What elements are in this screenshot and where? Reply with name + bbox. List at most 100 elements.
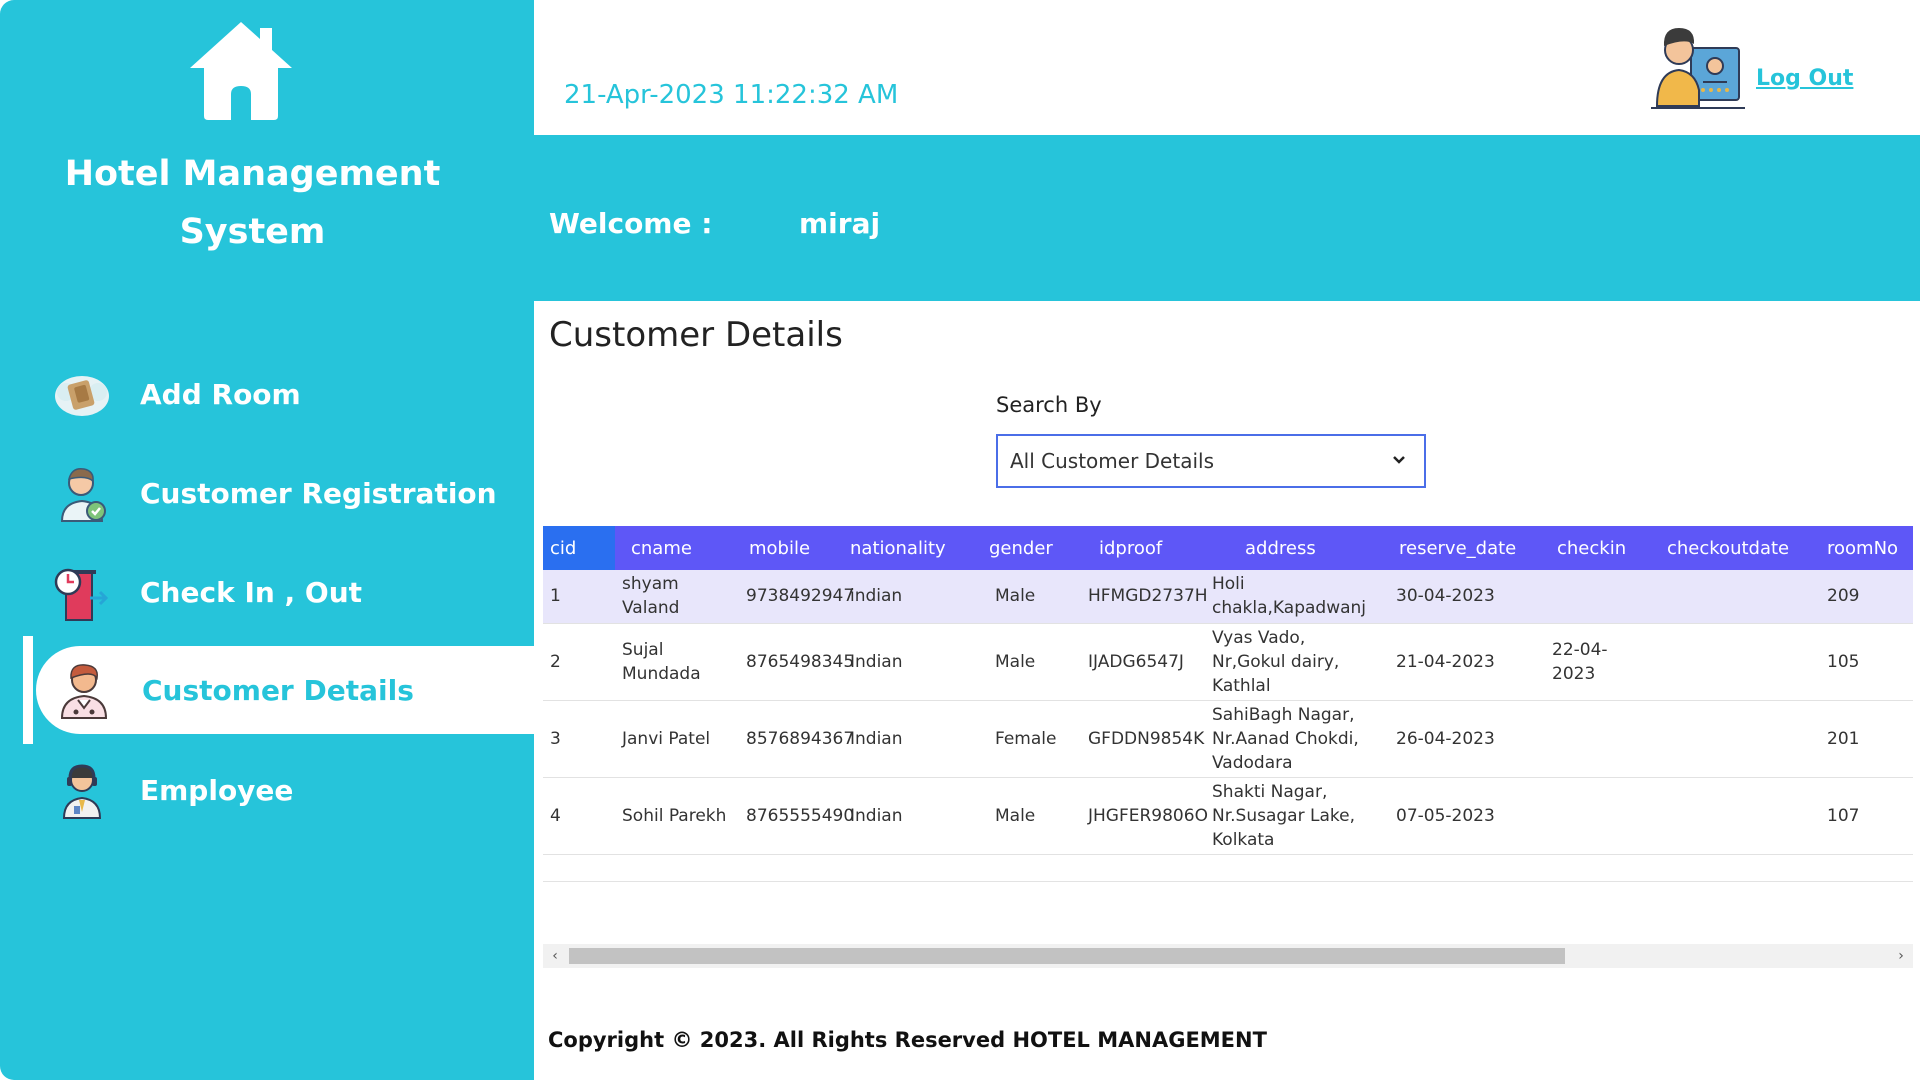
sidebar: Hotel Management System Add Room Custome…	[0, 0, 534, 1080]
cell-checkin	[1545, 700, 1657, 778]
cell-roomno: 209	[1813, 570, 1913, 624]
cell-gender: Male	[975, 570, 1081, 624]
scroll-left-icon[interactable]: ‹	[547, 948, 563, 964]
cell-address: SahiBagh Nagar, Nr.Aanad Chokdi, Vadodar…	[1205, 700, 1389, 778]
footer-copyright: Copyright © 2023. All Rights Reserved HO…	[548, 1028, 1267, 1052]
cell-cid: 1	[543, 570, 615, 624]
cell-checkoutdate	[1657, 700, 1813, 778]
cell-roomno: 107	[1813, 777, 1913, 855]
sidebar-item-check-in-out[interactable]: Check In , Out	[34, 547, 534, 637]
table-row[interactable]: 3 Janvi Patel 8576894367 Indian Female G…	[543, 700, 1913, 778]
cell-address: Shakti Nagar, Nr.Susagar Lake, Kolkata	[1205, 777, 1389, 855]
sidebar-item-customer-details[interactable]: Customer Details	[23, 636, 534, 744]
cell-idproof: IJADG6547J	[1081, 623, 1205, 701]
column-header[interactable]: cid	[543, 526, 615, 570]
sidebar-item-label: Add Room	[140, 377, 301, 411]
search-by-select[interactable]: All Customer Details	[996, 434, 1426, 488]
app-window: Hotel Management System Add Room Custome…	[0, 0, 1920, 1080]
cell-address: Vyas Vado, Nr,Gokul dairy, Kathlal	[1205, 623, 1389, 701]
cell-mobile: 8765498345	[739, 623, 854, 701]
horizontal-scrollbar[interactable]: ‹ ›	[543, 944, 1913, 968]
cell-mobile: 8576894367	[739, 700, 854, 778]
cell-gender: Female	[975, 700, 1081, 778]
column-header[interactable]: roomNo	[1813, 526, 1913, 570]
cell-cname: shyam Valand	[615, 570, 739, 624]
cell-cname: Sohil Parekh	[615, 777, 739, 855]
sidebar-item-employee[interactable]: Employee	[34, 745, 534, 835]
cell-checkoutdate	[1657, 570, 1813, 624]
welcome-banner: Welcome : miraj	[534, 135, 1920, 301]
column-header[interactable]: address	[1205, 526, 1389, 570]
app-title: Hotel Management System	[64, 154, 441, 252]
scrollbar-thumb[interactable]	[569, 948, 1565, 964]
chevron-down-icon	[1393, 456, 1405, 464]
cell-nationality: indian	[843, 570, 975, 624]
cell-reserve-date: 30-04-2023	[1389, 570, 1545, 624]
user-avatar-icon	[1651, 28, 1745, 109]
table-header-row: cid cname mobile nationality gender idpr…	[543, 526, 1913, 570]
top-bar: 21-Apr-2023 11:22:32 AM Log Out	[534, 0, 1920, 135]
scroll-right-icon[interactable]: ›	[1893, 948, 1909, 964]
cell-idproof: GFDDN9854K	[1081, 700, 1205, 778]
cell-checkin	[1545, 777, 1657, 855]
cell-idproof: HFMGD2737H	[1081, 570, 1208, 624]
cell-address: Holi chakla,Kapadwanj	[1205, 570, 1389, 624]
room-icon	[55, 376, 109, 416]
cell-roomno: 201	[1813, 700, 1913, 778]
customer-table-container: cid cname mobile nationality gender idpr…	[543, 526, 1913, 882]
cell-gender: Male	[975, 777, 1081, 855]
customer-details-icon	[60, 664, 108, 719]
cell-reserve-date: 07-05-2023	[1389, 777, 1545, 855]
cell-cname: Janvi Patel	[615, 700, 739, 778]
sidebar-item-label: Employee	[140, 773, 294, 807]
page-title: Customer Details	[549, 315, 843, 355]
sidebar-item-label: Check In , Out	[140, 575, 363, 609]
cell-mobile: 8765555490	[739, 777, 854, 855]
cell-nationality: Indian	[843, 700, 975, 778]
home-icon	[190, 22, 292, 120]
logout-link[interactable]: Log Out	[1756, 66, 1853, 91]
column-header[interactable]: reserve_date	[1389, 526, 1545, 570]
column-header[interactable]: idproof	[1081, 526, 1205, 570]
sidebar-item-customer-registration[interactable]: Customer Registration	[34, 448, 534, 538]
column-header[interactable]: mobile	[739, 526, 843, 570]
cell-cid: 4	[543, 777, 615, 855]
check-in-out-icon	[54, 568, 109, 621]
column-header[interactable]: checkoutdate	[1657, 526, 1813, 570]
column-header[interactable]: gender	[975, 526, 1081, 570]
current-datetime: 21-Apr-2023 11:22:32 AM	[564, 80, 899, 110]
cell-nationality: Indian	[843, 623, 975, 701]
welcome-username: miraj	[799, 207, 881, 240]
sidebar-item-add-room[interactable]: Add Room	[34, 349, 534, 439]
customer-table: cid cname mobile nationality gender idpr…	[543, 526, 1913, 855]
column-header[interactable]: nationality	[843, 526, 975, 570]
cell-checkoutdate	[1657, 623, 1813, 701]
cell-gender: Male	[975, 623, 1081, 701]
main-content: Customer Details Search By All Customer …	[534, 301, 1920, 1080]
cell-idproof: JHGFER9806O	[1081, 777, 1208, 855]
sidebar-item-label: Customer Registration	[140, 476, 497, 510]
cell-mobile: 9738492947	[739, 570, 854, 624]
sidebar-item-label: Customer Details	[142, 673, 414, 707]
cell-checkoutdate	[1657, 777, 1813, 855]
column-header[interactable]: cname	[615, 526, 739, 570]
search-by-value: All Customer Details	[1010, 449, 1214, 473]
cell-checkin: 22-04-2023	[1545, 623, 1657, 701]
table-row[interactable]: 1 shyam Valand 9738492947 indian Male HF…	[543, 570, 1913, 624]
table-empty-row	[543, 855, 1913, 882]
cell-nationality: Indian	[843, 777, 975, 855]
cell-cid: 3	[543, 700, 615, 778]
customer-registration-icon	[60, 467, 106, 522]
table-row[interactable]: 4 Sohil Parekh 8765555490 Indian Male JH…	[543, 777, 1913, 855]
employee-icon	[62, 764, 102, 819]
search-by-label: Search By	[996, 393, 1102, 417]
cell-cname: Sujal Mundada	[615, 623, 739, 701]
welcome-label: Welcome :	[549, 207, 713, 240]
cell-reserve-date: 26-04-2023	[1389, 700, 1545, 778]
table-row[interactable]: 2 Sujal Mundada 8765498345 Indian Male I…	[543, 623, 1913, 701]
cell-roomno: 105	[1813, 623, 1913, 701]
column-header[interactable]: checkin	[1545, 526, 1657, 570]
cell-checkin	[1545, 570, 1657, 624]
cell-cid: 2	[543, 623, 615, 701]
cell-reserve-date: 21-04-2023	[1389, 623, 1545, 701]
